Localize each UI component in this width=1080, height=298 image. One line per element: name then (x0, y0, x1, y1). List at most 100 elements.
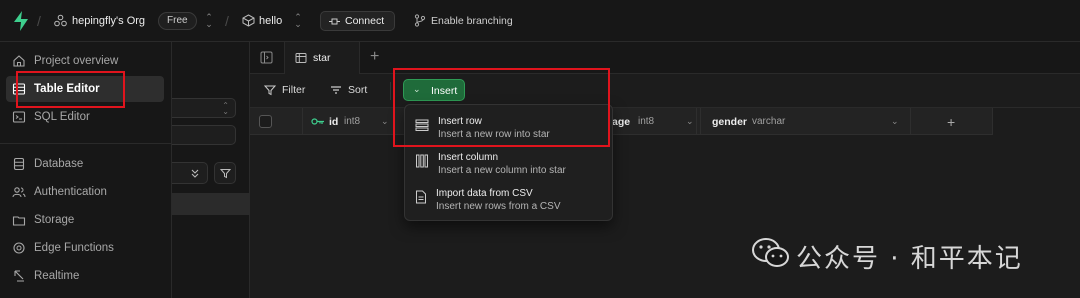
sidebar-item-realtime[interactable]: Realtime (6, 263, 164, 289)
tab-label: star (313, 52, 331, 64)
sidebar-item-label: Table Editor (34, 83, 100, 95)
chevron-down-icon[interactable]: ⌄ (891, 116, 899, 127)
sidebar-item-label: SQL Editor (34, 111, 90, 123)
functions-icon (13, 242, 25, 254)
sidebar: Project overview Table Editor SQL Editor… (0, 42, 172, 298)
project-name[interactable]: hello (259, 15, 282, 27)
sidebar-item-label: Database (34, 158, 84, 170)
file-icon (416, 190, 426, 204)
tab-strip: star + (250, 42, 1080, 74)
filter-tables-button[interactable] (214, 162, 236, 184)
chevron-down-icon[interactable]: ⌄ (686, 116, 694, 127)
column-header-age[interactable]: age int8 ⌄ (603, 108, 701, 135)
sidebar-item-edge-functions[interactable]: Edge Functions (6, 235, 164, 261)
column-name: gender (712, 116, 748, 128)
table-toolbar: Filter Sort ⌄ Insert (250, 74, 1080, 108)
plug-icon (329, 18, 340, 25)
columns-icon (416, 154, 428, 168)
sidebar-item-storage[interactable]: Storage (6, 207, 164, 233)
sort-tables-button[interactable] (172, 162, 208, 184)
connect-button[interactable]: Connect (320, 11, 396, 31)
primary-key-icon (311, 118, 324, 125)
menu-item-desc: Insert a new column into star (438, 165, 566, 176)
sidebar-item-authentication[interactable]: Authentication (6, 179, 164, 205)
column-header-gender[interactable]: gender varchar ⌄ (701, 108, 911, 135)
sidebar-item-label: Realtime (34, 270, 80, 282)
sidebar-item-project-overview[interactable]: Project overview (6, 48, 164, 74)
chevron-down-icon[interactable]: ⌄ (381, 116, 389, 127)
supabase-logo-icon[interactable] (12, 11, 30, 31)
filter-label: Filter (282, 84, 306, 96)
add-tab-button[interactable]: + (370, 48, 379, 66)
project-switcher-chevron-icon[interactable]: ⌃ ⌄ (294, 13, 302, 29)
column-name: id (329, 116, 339, 128)
top-bar: / hepingfly's Org Free ⌃ ⌄ / hello ⌃ ⌄ Con… (0, 0, 1080, 42)
column-header-id[interactable]: id int8 ⌄ (303, 108, 395, 135)
separator: / (225, 13, 229, 29)
toolbar-divider (390, 82, 391, 100)
menu-item-desc: Insert a new row into star (438, 129, 550, 140)
sidebar-item-label: Edge Functions (34, 242, 114, 254)
watermark: 公众号 · 和平本记 (752, 233, 1072, 274)
archive-icon (12, 216, 26, 226)
plan-badge: Free (158, 12, 197, 30)
add-column-cell[interactable]: + (911, 108, 993, 135)
sidebar-item-label: Storage (34, 214, 75, 226)
menu-item-title: Import data from CSV (436, 188, 533, 199)
chevron-down-icon: ⌄ (413, 84, 421, 94)
select-all-checkbox[interactable] (259, 115, 272, 128)
sort-lines-icon (331, 86, 341, 94)
funnel-icon (220, 169, 231, 179)
sidebar-toggle-icon[interactable] (260, 51, 273, 64)
insert-button[interactable]: ⌄ Insert (403, 79, 465, 101)
column-name: age (612, 116, 631, 128)
sidebar-item-label: Project overview (34, 55, 119, 67)
sort-label: Sort (348, 84, 368, 96)
column-type: int8 (344, 116, 361, 127)
chevron-updown-icon: ⌃ ⌄ (222, 101, 229, 116)
insert-dropdown-menu: Insert row Insert a new row into star In… (404, 104, 613, 221)
separator: / (37, 13, 41, 29)
terminal-icon (12, 111, 26, 123)
menu-item-import-csv[interactable]: Import data from CSV Insert new rows fro… (405, 182, 612, 216)
menu-item-insert-row[interactable]: Insert row Insert a new row into star (405, 110, 612, 144)
funnel-icon (264, 85, 276, 96)
sidebar-divider (0, 143, 171, 144)
table-icon (12, 83, 26, 95)
enable-branching-button[interactable]: Enable branching (431, 15, 513, 27)
users-icon (12, 187, 26, 198)
git-branch-icon (414, 14, 426, 27)
menu-item-desc: Insert new rows from a CSV (436, 201, 561, 212)
sidebar-item-sql-editor[interactable]: SQL Editor (6, 104, 164, 130)
table-icon (295, 53, 307, 63)
org-switcher-chevron-icon[interactable]: ⌃ ⌄ (205, 13, 213, 29)
menu-item-title: Insert row (438, 116, 482, 127)
sidebar-item-database[interactable]: Database (6, 151, 164, 177)
wechat-logo-icon (752, 238, 789, 267)
schema-selector[interactable]: ⌃ ⌄ (172, 98, 236, 118)
tab-star[interactable]: star (284, 42, 360, 74)
database-icon (13, 157, 25, 171)
connect-label: Connect (345, 15, 385, 27)
select-all-cell (250, 108, 303, 135)
menu-item-title: Insert column (438, 152, 499, 163)
watermark-text: 公众号 · 和平本记 (796, 244, 1023, 274)
search-tables-input[interactable] (172, 125, 236, 145)
sidebar-item-label: Authentication (34, 186, 107, 198)
home-icon (13, 55, 25, 67)
insert-label: Insert (431, 85, 458, 97)
column-type: int8 (638, 116, 655, 127)
add-column-plus-icon[interactable]: + (947, 114, 955, 130)
org-name[interactable]: hepingfly's Org (72, 15, 145, 27)
rows-icon (415, 119, 429, 131)
table-list-panel: ⌃ ⌄ (172, 42, 250, 298)
org-icon (54, 14, 67, 27)
grid-header: id int8 ⌄ age int8 ⌄ gender varchar ⌄ + (250, 108, 993, 135)
chevrons-icon (191, 169, 199, 178)
table-list-item-selected[interactable] (172, 193, 250, 215)
column-type: varchar (752, 116, 786, 127)
realtime-icon (14, 270, 24, 282)
project-icon (242, 14, 255, 27)
menu-item-insert-column[interactable]: Insert column Insert a new column into s… (405, 146, 612, 180)
sidebar-item-table-editor[interactable]: Table Editor (6, 76, 164, 102)
